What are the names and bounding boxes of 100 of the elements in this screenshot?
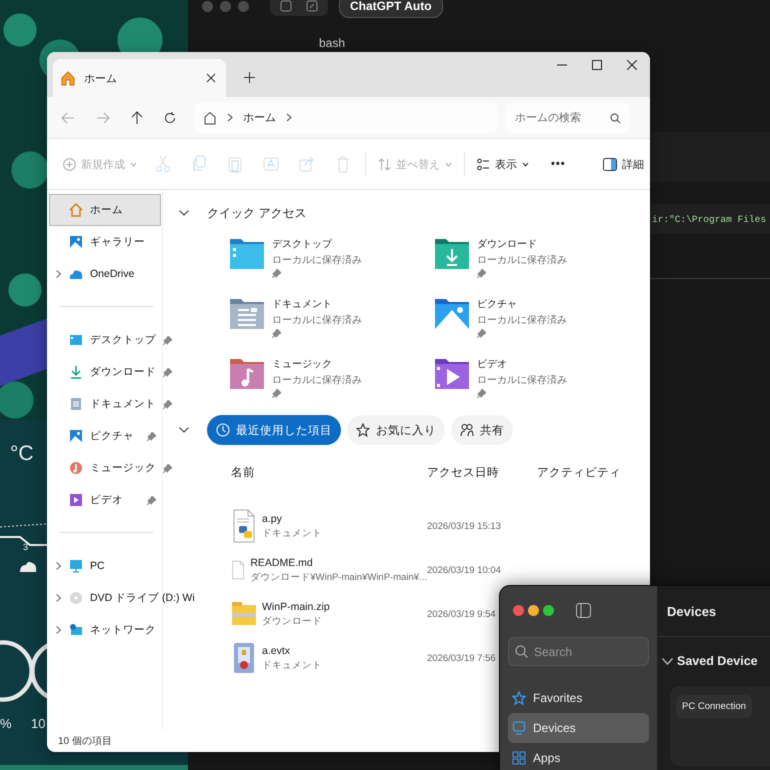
folder-name: ピクチャ [477, 298, 517, 311]
sidebar-item[interactable]: ミュージック [49, 452, 177, 484]
music-folder-icon[interactable] [229, 357, 265, 391]
file-name[interactable]: WinP-main.zip [262, 600, 330, 612]
refresh-icon[interactable] [164, 112, 176, 124]
item-count: 10 個の項目 [57, 735, 113, 749]
pictures-folder-icon[interactable] [434, 297, 470, 331]
chevron-right-icon[interactable] [56, 594, 61, 602]
minimize-dot[interactable] [528, 604, 539, 616]
file-name[interactable]: README.md [250, 556, 427, 568]
sidebar-item[interactable]: ビデオ [49, 484, 161, 516]
window-dot[interactable] [202, 0, 213, 12]
download-icon [69, 365, 83, 379]
close-icon[interactable] [627, 60, 637, 70]
details-pane-icon [603, 158, 617, 170]
file-location: ドキュメント [262, 658, 322, 672]
filter-tab[interactable]: お気に入り [347, 415, 445, 445]
python-file-icon [231, 509, 257, 543]
view-button[interactable]: 表示 [471, 152, 535, 176]
folder-status: ローカルに保存済み [272, 374, 362, 387]
sidebar-icon[interactable] [280, 0, 292, 12]
chevron-right-icon[interactable] [56, 626, 61, 634]
sidebar-item[interactable]: PC [49, 550, 161, 582]
caret-icon [522, 162, 529, 166]
code-line: ir:"C:\Program Files [652, 214, 766, 224]
zoom-dot[interactable] [543, 604, 554, 616]
collapse-chevron-icon[interactable] [179, 427, 189, 433]
file-name[interactable]: a.py [262, 512, 322, 524]
sort-icon [378, 158, 391, 170]
filter-tab[interactable]: 最近使用した項目 [207, 415, 341, 445]
gauge-reading: % [0, 716, 12, 731]
details-button[interactable]: 詳細 [597, 152, 650, 176]
desktop-folder-icon[interactable] [229, 237, 265, 271]
breadcrumb-item[interactable]: ホーム [243, 110, 276, 125]
file-location: ドキュメント [262, 526, 322, 540]
temperature-text: °C [10, 442, 34, 466]
window-dot[interactable] [238, 0, 249, 12]
shell-label: bash [318, 35, 346, 52]
share-icon [299, 155, 315, 173]
document-icon [69, 397, 83, 411]
sidebar-item[interactable]: Devices [508, 713, 649, 743]
access-date: 2026/03/19 15:13 [427, 520, 501, 534]
sidebar-item[interactable]: ダウンロード [49, 356, 177, 388]
monitor-icon [69, 559, 83, 573]
video-folder-icon[interactable] [434, 357, 470, 391]
caret-icon [445, 162, 452, 166]
more-button[interactable]: ••• [545, 154, 572, 174]
image-icon [69, 235, 83, 249]
folder-name: デスクトップ [272, 238, 332, 251]
sidebar-item[interactable]: Favorites [508, 683, 649, 713]
chevron-right-icon [286, 113, 292, 122]
sidebar-item[interactable]: DVD ドライブ (D:) Wi [49, 582, 196, 614]
close-dot[interactable] [513, 604, 524, 616]
device-chip[interactable]: PC Connection [676, 695, 752, 718]
folder-name: ビデオ [477, 358, 507, 371]
model-button[interactable]: ChatGPT Auto [339, 0, 443, 18]
search-field[interactable]: ホームの検索 [505, 102, 630, 132]
window-dot[interactable] [220, 0, 231, 12]
chevron-right-icon[interactable] [56, 562, 61, 570]
close-icon[interactable] [206, 73, 216, 83]
sidebar-item[interactable]: ドキュメント [49, 388, 177, 420]
copy-icon [191, 155, 207, 173]
chevron-right-icon [227, 113, 233, 122]
section-title: クイック アクセス [207, 204, 306, 222]
access-date: 2026/03/19 9:54 [427, 608, 496, 622]
sidebar-item[interactable]: Apps [508, 743, 649, 770]
file-name[interactable]: a.evtx [262, 644, 322, 656]
search-icon [515, 645, 528, 658]
sidebar-item[interactable]: ピクチャ [49, 420, 161, 452]
chevron-right-icon[interactable] [56, 270, 61, 278]
sidebar-item[interactable]: デスクトップ [49, 324, 177, 356]
sidebar-item[interactable]: OneDrive [49, 258, 161, 290]
compose-icon[interactable] [306, 0, 318, 12]
home-icon [60, 70, 76, 86]
column-header[interactable]: アクティビティ [537, 460, 637, 484]
sidebar-item[interactable]: ネットワーク [49, 614, 161, 646]
collapse-chevron-icon[interactable] [662, 658, 673, 664]
address-bar[interactable]: ホーム [194, 102, 498, 132]
collapse-chevron-icon[interactable] [179, 210, 189, 216]
new-tab-icon[interactable] [244, 72, 255, 83]
maximize-icon[interactable] [592, 60, 602, 70]
documents-folder-icon[interactable] [229, 297, 265, 331]
up-arrow-icon[interactable] [131, 110, 143, 124]
tab[interactable]: ホーム [53, 59, 226, 97]
music-icon [69, 461, 83, 475]
rename-icon [263, 155, 279, 173]
search-field[interactable]: Search [508, 637, 649, 666]
column-header[interactable]: アクセス日時 [427, 460, 537, 484]
sidebar-item[interactable]: ホーム [49, 194, 161, 226]
folder-status: ローカルに保存済み [272, 254, 362, 267]
trash-icon [335, 155, 351, 173]
download-folder-icon[interactable] [434, 237, 470, 271]
column-header[interactable]: 名前 [231, 460, 427, 484]
image-icon [69, 429, 83, 443]
video-icon [69, 493, 83, 507]
sidebar-toggle-icon[interactable] [576, 602, 591, 618]
filter-tab[interactable]: 共有 [451, 415, 513, 445]
folder-status: ローカルに保存済み [477, 374, 567, 387]
folder-name: ドキュメント [272, 298, 332, 311]
sidebar-item[interactable]: ギャラリー [49, 226, 161, 258]
